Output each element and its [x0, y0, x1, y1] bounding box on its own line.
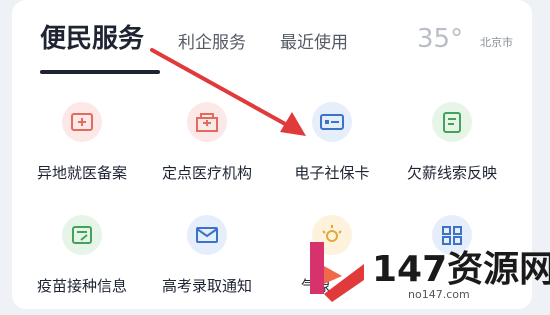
site-watermark: 147资源网 no147.com: [300, 228, 550, 309]
watermark-logo-icon: [310, 242, 364, 302]
watermark-url: no147.com: [408, 288, 470, 301]
watermark-brand: 147资源网: [372, 249, 550, 290]
